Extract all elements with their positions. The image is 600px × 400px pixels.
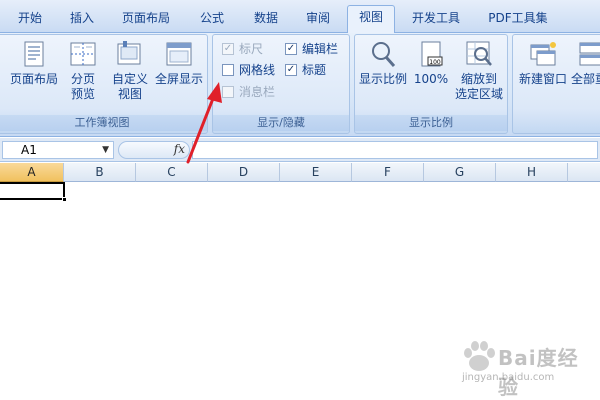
paw-icon [464,341,495,371]
watermark-text: Bai度经验 [498,346,579,399]
baidu-watermark: Bai度经验 jingyan.baidu.com [452,338,592,399]
watermark-url: jingyan.baidu.com [462,372,555,383]
